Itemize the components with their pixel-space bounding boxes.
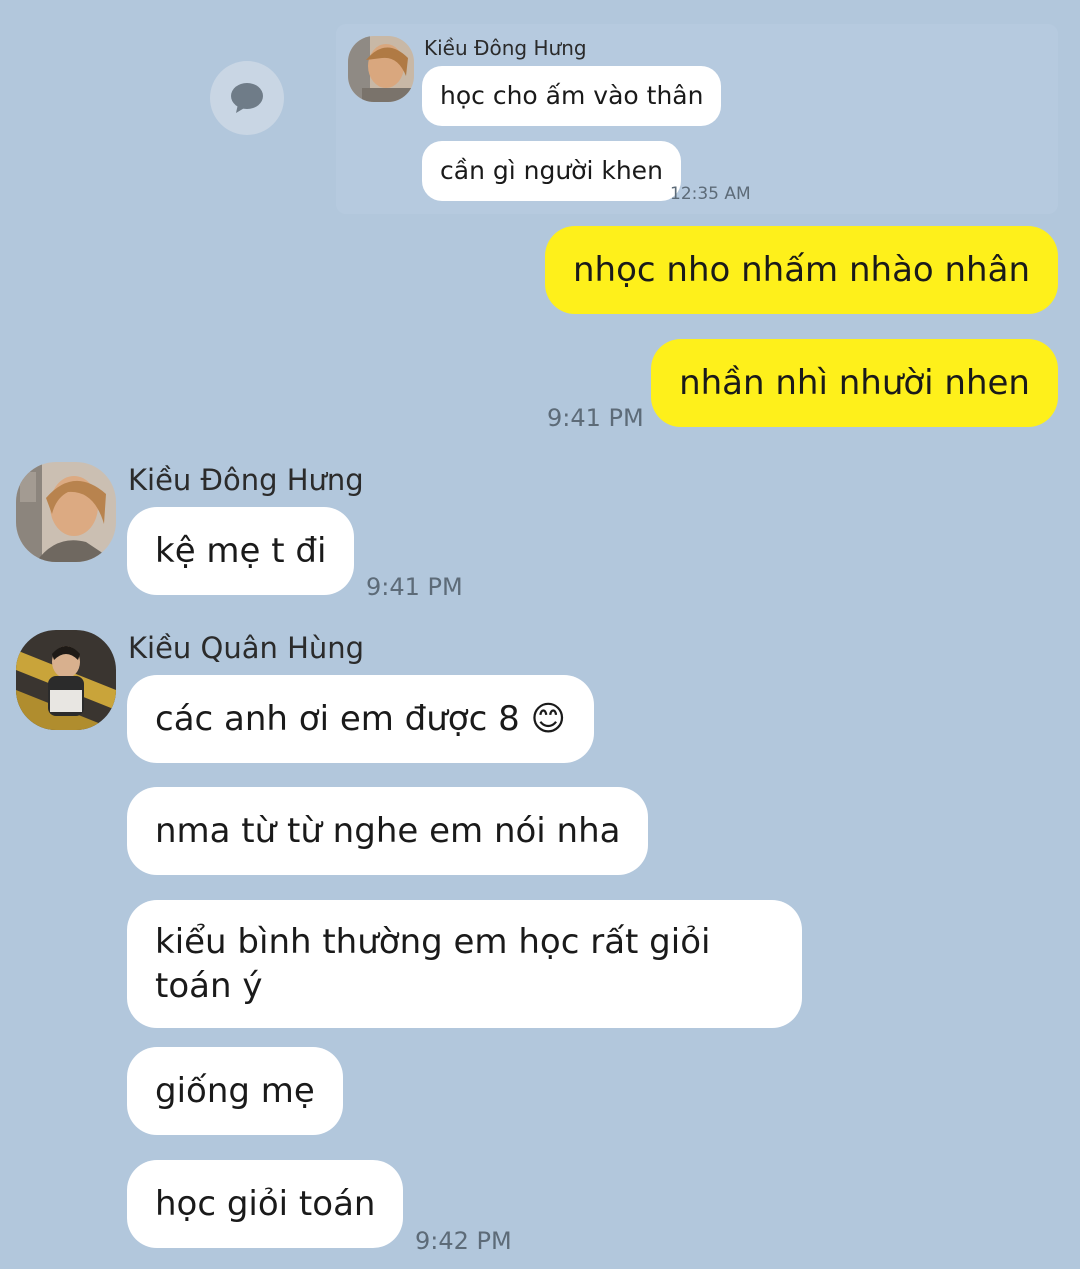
sender-name: Kiều Quân Hùng <box>128 631 365 665</box>
quoted-message-card[interactable]: Kiều Đông Hưng học cho ấm vào thân cần g… <box>336 24 1058 214</box>
message-bubble[interactable]: học giỏi toán <box>127 1160 404 1248</box>
avatar[interactable] <box>16 462 116 562</box>
message-bubble[interactable]: kệ mẹ t đi <box>127 507 355 595</box>
message-bubble[interactable]: học cho ấm vào thân <box>422 66 722 126</box>
message-bubble[interactable]: các anh ơi em được 8 😊 <box>127 675 594 763</box>
sender-name: Kiều Đông Hưng <box>128 463 364 497</box>
chat-bubble-icon <box>231 83 263 113</box>
reply-button[interactable] <box>210 61 284 135</box>
message-line: toán ý <box>155 966 263 1006</box>
message-time: 9:42 PM <box>415 1227 512 1255</box>
message-time: 9:41 PM <box>366 573 463 601</box>
message-time: 9:41 PM <box>547 404 644 432</box>
outgoing-message-bubble[interactable]: nhọc nho nhấm nhào nhân <box>545 226 1058 314</box>
message-bubble[interactable]: nma từ từ nghe em nói nha <box>127 787 649 875</box>
sender-name: Kiều Đông Hưng <box>424 36 587 60</box>
message-time: 12:35 AM <box>670 184 751 204</box>
message-bubble[interactable]: giống mẹ <box>127 1047 343 1135</box>
message-line: kiểu bình thường em học rất giỏi <box>155 922 711 962</box>
message-bubble[interactable]: cần gì người khen <box>422 141 681 201</box>
message-bubble[interactable]: kiểu bình thường em học rất giỏi toán ý <box>127 900 802 1028</box>
avatar[interactable] <box>16 630 116 730</box>
outgoing-message-bubble[interactable]: nhần nhì nhười nhen <box>651 339 1058 427</box>
avatar[interactable] <box>348 36 414 102</box>
